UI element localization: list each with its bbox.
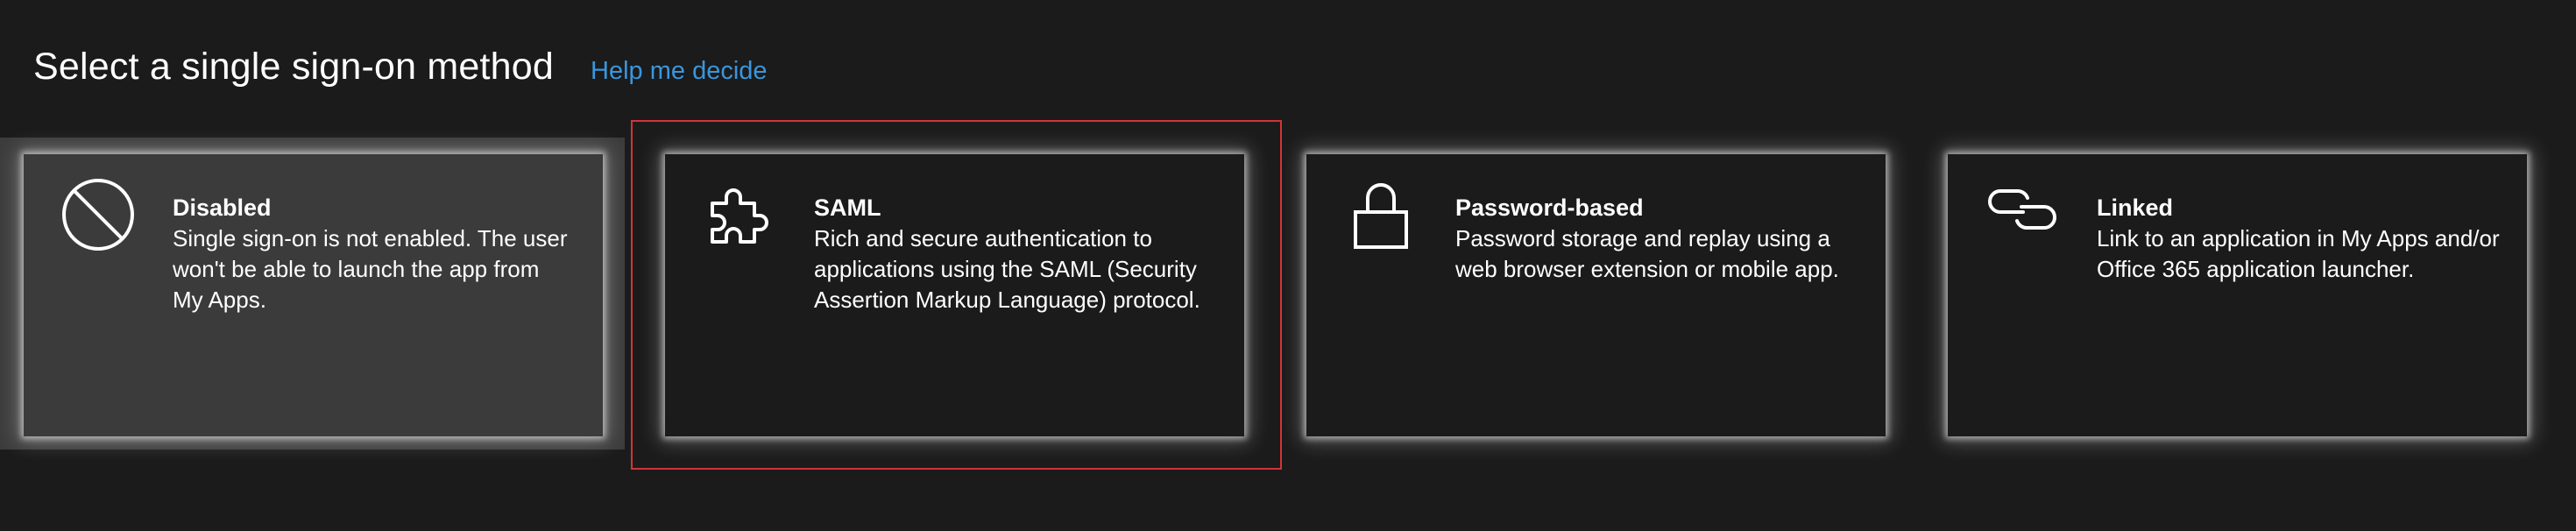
sso-option-linked[interactable]: Linked Link to an application in My Apps… [1948,154,2527,436]
card-description: Rich and secure authentication to applic… [814,225,1200,313]
card-text: Password-based Password storage and repl… [1455,192,1865,285]
lock-icon [1343,177,1419,252]
sso-option-password-based[interactable]: Password-based Password storage and repl… [1306,154,1886,436]
card-description: Single sign-on is not enabled. The user … [173,225,568,313]
card-text: Disabled Single sign-on is not enabled. … [173,192,582,315]
disabled-icon [60,177,136,252]
sso-option-saml[interactable]: SAML Rich and secure authentication to a… [665,154,1244,436]
card-text: SAML Rich and secure authentication to a… [814,192,1223,315]
card-description: Password storage and replay using a web … [1455,225,1839,282]
help-me-decide-link[interactable]: Help me decide [591,57,768,86]
page-title: Select a single sign-on method [33,46,555,88]
puzzle-icon [702,177,777,252]
card-title: SAML [814,195,881,221]
card-title: Linked [2097,195,2174,221]
card-description: Link to an application in My Apps and/or… [2097,225,2500,282]
page-header: Select a single sign-on method Help me d… [33,46,768,88]
card-title: Password-based [1455,195,1644,221]
card-title: Disabled [173,195,272,221]
sso-option-disabled[interactable]: Disabled Single sign-on is not enabled. … [24,154,603,436]
card-text: Linked Link to an application in My Apps… [2097,192,2506,285]
link-icon [1985,177,2060,252]
